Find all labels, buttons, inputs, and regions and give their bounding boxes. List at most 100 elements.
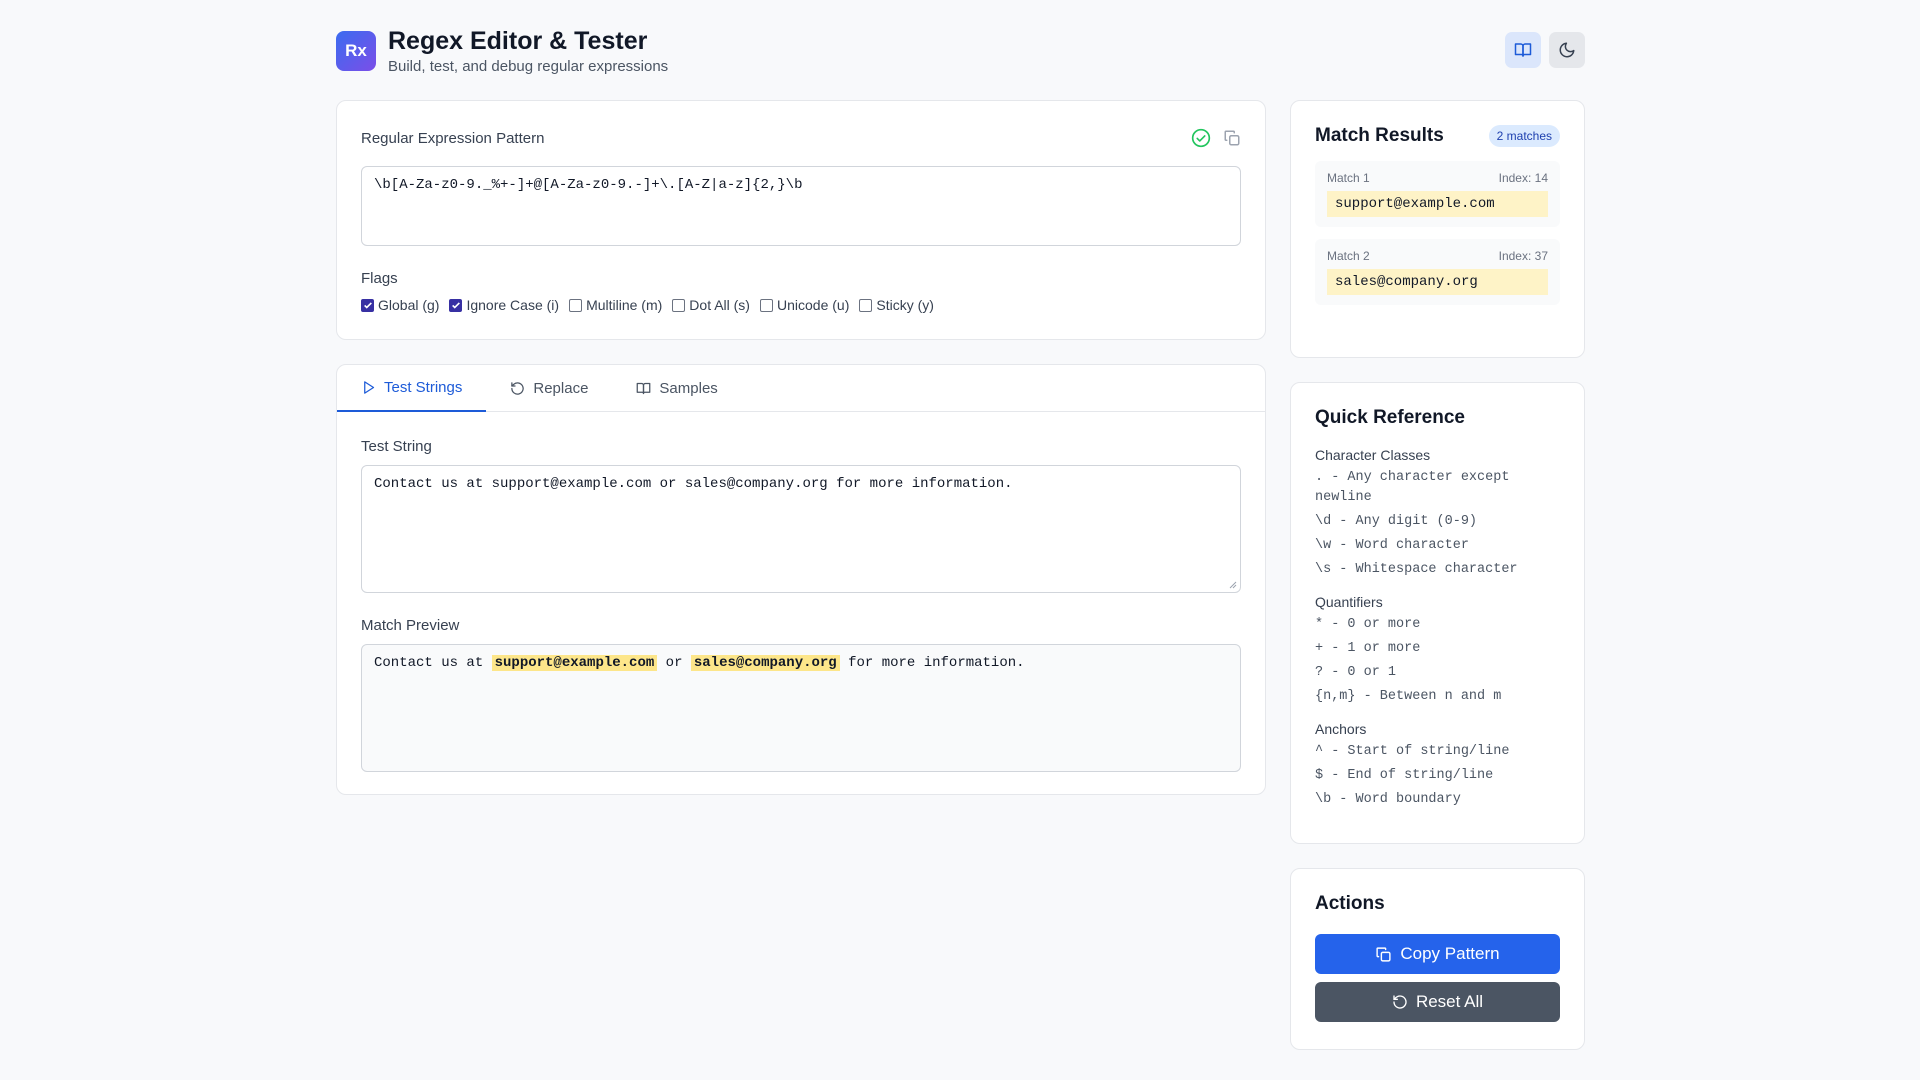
play-icon — [364, 381, 375, 394]
checkbox-checked-icon[interactable] — [361, 298, 374, 312]
ref-section-anchors: Anchors ^ - Start of string/line $ - End… — [1315, 721, 1560, 810]
flags-label: Flags — [361, 270, 398, 287]
test-string-label: Test String — [361, 438, 432, 455]
match-label: Match 2 — [1327, 249, 1370, 263]
reset-all-label: Reset All — [1415, 992, 1484, 1011]
checkbox-unchecked-icon[interactable] — [859, 298, 873, 312]
preview-match-highlight: sales@company.org — [690, 655, 840, 671]
ref-item: \b - Word boundary — [1315, 792, 1461, 807]
moon-icon — [1559, 42, 1575, 58]
checkbox-unchecked-icon[interactable] — [569, 298, 583, 312]
flag-label: Multiline (m) — [586, 297, 663, 313]
flag-label: Global (g) — [378, 297, 440, 313]
reset-all-button[interactable]: Reset All — [1315, 982, 1560, 1022]
flag-label: Ignore Case (i) — [466, 297, 560, 313]
match-item: Match 2 Index: 37 sales@company.org — [1315, 239, 1560, 305]
theme-toggle-button[interactable] — [1549, 32, 1585, 68]
app-logo: Rx — [336, 31, 376, 71]
preview-match-highlight: support@example.com — [491, 655, 658, 671]
quick-reference-title: Quick Reference — [1315, 407, 1465, 428]
tab-test-strings[interactable]: Test Strings — [337, 365, 487, 412]
ref-item: ^ - Start of string/line — [1315, 744, 1510, 759]
tabs-card: Test Strings Replace Samples Test String… — [336, 364, 1266, 795]
flag-ignore-case[interactable]: Ignore Case (i) — [449, 297, 559, 313]
page-subtitle: Build, test, and debug regular expressio… — [388, 58, 669, 75]
ref-item: $ - End of string/line — [1315, 768, 1494, 783]
pattern-tools — [1191, 128, 1241, 148]
header-actions — [1505, 32, 1585, 68]
app-header: Rx Regex Editor & Tester Build, test, an… — [336, 26, 1585, 76]
match-meta: Match 1 Index: 14 — [1327, 171, 1548, 185]
quick-reference-card: Quick Reference Character Classes . - An… — [1290, 382, 1585, 844]
flag-dot-all[interactable]: Dot All (s) — [672, 297, 750, 313]
checkbox-checked-icon[interactable] — [449, 298, 463, 312]
book-icon — [637, 382, 651, 395]
rotate-icon — [511, 382, 525, 395]
match-meta: Match 2 Index: 37 — [1327, 249, 1548, 263]
ref-item: \w - Word character — [1315, 538, 1469, 553]
match-results-card: Match Results 2 matches Match 1 Index: 1… — [1290, 100, 1585, 358]
match-value: sales@company.org — [1327, 269, 1548, 295]
ref-section-character-classes: Character Classes . - Any character exce… — [1315, 447, 1560, 580]
flag-label: Unicode (u) — [776, 297, 850, 313]
flag-unicode[interactable]: Unicode (u) — [759, 297, 850, 313]
copy-icon[interactable] — [1223, 129, 1241, 147]
ref-section-title: Character Classes — [1315, 447, 1431, 463]
flag-sticky[interactable]: Sticky (y) — [859, 297, 934, 313]
flag-multiline[interactable]: Multiline (m) — [569, 297, 662, 313]
resize-grip-icon[interactable] — [1229, 581, 1237, 589]
pattern-header: Regular Expression Pattern — [361, 128, 1241, 148]
tab-label: Replace — [533, 380, 589, 397]
copy-icon — [1376, 946, 1391, 962]
pattern-card: Regular Expression Pattern \b[A-Za-z0-9.… — [336, 100, 1266, 340]
ref-item: + - 1 or more — [1315, 641, 1421, 656]
brand: Rx Regex Editor & Tester Build, test, an… — [336, 27, 668, 75]
ref-item: {n,m} - Between n and m — [1315, 689, 1502, 704]
book-open-icon — [1514, 43, 1532, 57]
pattern-input[interactable]: \b[A-Za-z0-9._%+-]+@[A-Za-z0-9.-]+\.[A-Z… — [361, 166, 1241, 246]
match-count-badge: 2 matches — [1488, 125, 1560, 147]
match-preview-label: Match Preview — [361, 617, 460, 634]
copy-pattern-label: Copy Pattern — [1400, 944, 1500, 963]
actions-card: Actions Copy Pattern Reset All — [1290, 868, 1585, 1050]
tab-replace[interactable]: Replace — [486, 365, 612, 412]
ref-item: \s - Whitespace character — [1315, 562, 1518, 577]
match-index: Index: 37 — [1498, 249, 1548, 263]
flag-label: Dot All (s) — [689, 297, 750, 313]
ref-item: * - 0 or more — [1315, 617, 1421, 632]
tab-label: Samples — [659, 380, 718, 397]
match-preview: Contact us at support@example.com or sal… — [361, 644, 1241, 772]
test-string-input[interactable]: Contact us at support@example.com or sal… — [361, 465, 1241, 593]
match-index: Index: 14 — [1498, 171, 1548, 185]
preview-text: Contact us at — [374, 655, 492, 671]
ref-item: \d - Any digit (0-9) — [1315, 514, 1478, 529]
match-results-header: Match Results 2 matches — [1315, 125, 1560, 147]
test-string-text: Contact us at support@example.com or sal… — [374, 476, 1013, 492]
actions-title: Actions — [1315, 893, 1385, 914]
checkbox-unchecked-icon[interactable] — [759, 298, 773, 312]
flag-label: Sticky (y) — [876, 297, 934, 313]
tab-samples[interactable]: Samples — [612, 365, 741, 412]
ref-section-title: Quantifiers — [1315, 594, 1383, 610]
match-item: Match 1 Index: 14 support@example.com — [1315, 161, 1560, 227]
copy-pattern-button[interactable]: Copy Pattern — [1315, 934, 1560, 974]
match-value: support@example.com — [1327, 191, 1548, 217]
flag-global[interactable]: Global (g) — [361, 297, 439, 313]
brand-text: Regex Editor & Tester Build, test, and d… — [388, 27, 668, 75]
match-label: Match 1 — [1327, 171, 1370, 185]
ref-section-quantifiers: Quantifiers * - 0 or more + - 1 or more … — [1315, 594, 1560, 707]
match-results-title: Match Results — [1315, 125, 1444, 146]
tab-body: Test String Contact us at support@exampl… — [337, 412, 1265, 796]
checkbox-unchecked-icon[interactable] — [672, 298, 686, 312]
check-circle-icon — [1191, 128, 1211, 148]
ref-item: ? - 0 or 1 — [1315, 665, 1397, 680]
pattern-label: Regular Expression Pattern — [361, 129, 545, 147]
tab-label: Test Strings — [384, 379, 463, 396]
page-title: Regex Editor & Tester — [388, 27, 648, 55]
flags-list: Global (g) Ignore Case (i) Multiline (m)… — [361, 297, 1241, 313]
preview-text: or — [657, 655, 691, 671]
rotate-icon — [1393, 995, 1407, 1009]
tab-bar: Test Strings Replace Samples — [337, 365, 1265, 412]
reference-toggle-button[interactable] — [1505, 32, 1541, 68]
ref-section-title: Anchors — [1315, 721, 1367, 737]
